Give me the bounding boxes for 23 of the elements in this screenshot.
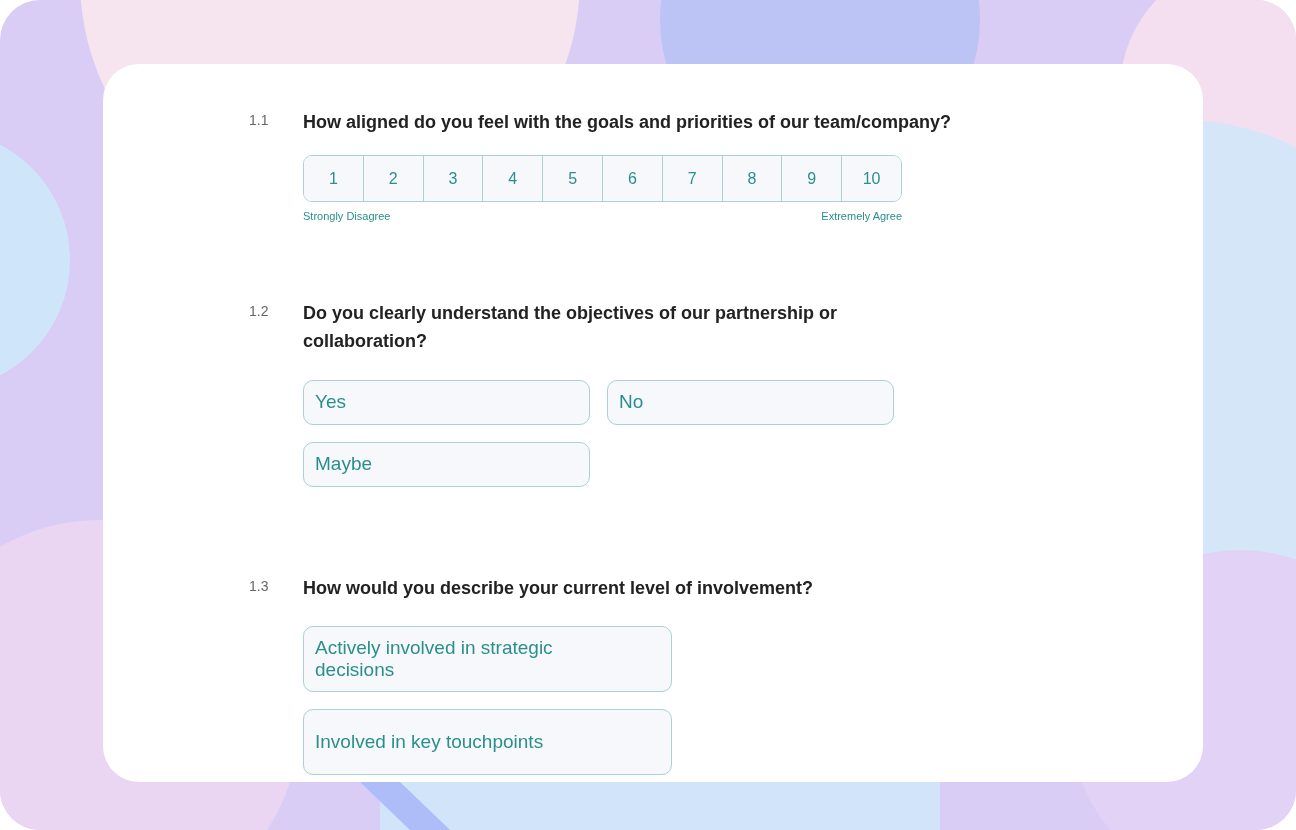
rating-option[interactable]: 8 bbox=[721, 156, 782, 201]
scale-label: Extremely Agree bbox=[821, 209, 902, 224]
answer-option[interactable]: Maybe bbox=[303, 441, 590, 487]
answer-option[interactable]: No bbox=[607, 379, 894, 425]
question-number: 1.3 bbox=[249, 576, 270, 596]
question-text: Do you clearly understand the objectives of our partnership or collaboration? bbox=[303, 301, 839, 353]
answer-option[interactable]: Actively involved in strategic decisions bbox=[303, 625, 672, 692]
rating-option[interactable]: 7 bbox=[661, 156, 722, 201]
rating-option[interactable]: 1 bbox=[304, 156, 363, 201]
question-text: How aligned do you feel with the goals and priorities of our team/company? bbox=[303, 111, 952, 134]
rating-option[interactable]: 6 bbox=[602, 156, 662, 201]
rating-option[interactable]: 2 bbox=[362, 156, 423, 201]
rating-option[interactable]: 9 bbox=[781, 156, 842, 201]
rating-option[interactable]: 3 bbox=[422, 156, 483, 201]
rating-option[interactable]: 10 bbox=[841, 156, 901, 201]
answer-option[interactable]: Yes bbox=[303, 379, 590, 425]
rating-option[interactable]: 5 bbox=[542, 156, 602, 201]
question-number: 1.1 bbox=[249, 111, 270, 130]
question-text: How would you describe your current level of involvement? bbox=[303, 576, 814, 600]
question-number: 1.2 bbox=[249, 301, 270, 321]
rating-option[interactable]: 4 bbox=[482, 156, 543, 201]
answer-option[interactable]: Involved in key touchpoints bbox=[303, 708, 672, 775]
scale-label: Strongly Disagree bbox=[303, 209, 391, 224]
